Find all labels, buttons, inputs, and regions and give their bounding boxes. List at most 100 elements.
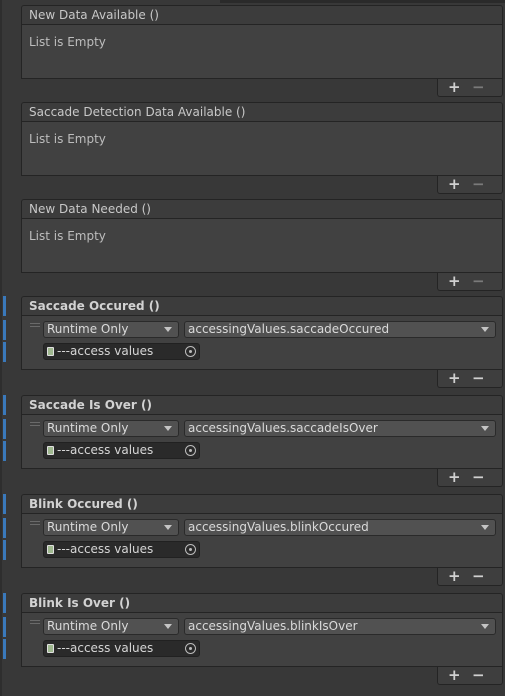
event-title: New Data Needed (): [21, 199, 503, 219]
function-value: accessingValues.saccadeOccured: [188, 322, 390, 336]
event-saccade-occured: Saccade Occured () Runtime Only accessin…: [21, 296, 503, 388]
gameobject-icon: [47, 446, 54, 455]
event-blink-is-over: Blink Is Over () Runtime Only accessingV…: [21, 593, 503, 685]
selection-indicator: [3, 342, 6, 362]
function-value: accessingValues.saccadeIsOver: [188, 421, 378, 435]
selection-indicator: [3, 395, 6, 415]
remove-button[interactable]: −: [472, 176, 485, 192]
remove-button[interactable]: −: [472, 79, 485, 95]
event-title: Saccade Is Over (): [21, 395, 503, 415]
left-edge: [0, 0, 2, 696]
remove-button[interactable]: −: [472, 370, 485, 386]
selection-indicator: [3, 441, 6, 461]
event-new-data-needed: New Data Needed () List is Empty + −: [21, 199, 503, 291]
runtime-value: Runtime Only: [47, 520, 129, 534]
object-picker-icon[interactable]: [185, 544, 196, 555]
dropdown-arrow-icon: [481, 624, 489, 629]
event-saccade-is-over: Saccade Is Over () Runtime Only accessin…: [21, 395, 503, 487]
event-new-data-available: New Data Available () List is Empty + −: [21, 5, 503, 97]
event-title: New Data Available (): [21, 5, 503, 25]
object-value: ---access values: [57, 641, 154, 655]
object-picker-icon[interactable]: [185, 643, 196, 654]
selection-indicator: [3, 320, 6, 340]
function-dropdown[interactable]: accessingValues.blinkIsOver: [184, 618, 496, 635]
dropdown-arrow-icon: [164, 624, 172, 629]
function-dropdown[interactable]: accessingValues.saccadeOccured: [184, 321, 496, 338]
empty-list-text: List is Empty: [29, 35, 106, 49]
object-value: ---access values: [57, 542, 154, 556]
runtime-dropdown[interactable]: Runtime Only: [43, 618, 179, 635]
runtime-dropdown[interactable]: Runtime Only: [43, 420, 179, 437]
event-list: List is Empty: [21, 122, 503, 176]
event-listener-entry: Runtime Only accessingValues.saccadeIsOv…: [21, 415, 503, 469]
selection-indicator: [3, 540, 6, 560]
add-button[interactable]: +: [448, 568, 461, 584]
dropdown-arrow-icon: [164, 327, 172, 332]
event-title: Saccade Occured (): [21, 296, 503, 316]
dropdown-arrow-icon: [481, 525, 489, 530]
runtime-value: Runtime Only: [47, 619, 129, 633]
function-value: accessingValues.blinkOccured: [188, 520, 369, 534]
empty-list-text: List is Empty: [29, 132, 106, 146]
event-blink-occured: Blink Occured () Runtime Only accessingV…: [21, 494, 503, 586]
list-footer: + −: [437, 273, 503, 291]
drag-handle[interactable]: [30, 422, 40, 428]
event-listener-entry: Runtime Only accessingValues.saccadeOccu…: [21, 316, 503, 370]
runtime-value: Runtime Only: [47, 322, 129, 336]
function-dropdown[interactable]: accessingValues.blinkOccured: [184, 519, 496, 536]
remove-button[interactable]: −: [472, 469, 485, 485]
list-footer: + −: [437, 176, 503, 194]
event-list: List is Empty: [21, 219, 503, 273]
event-title: Blink Occured (): [21, 494, 503, 514]
list-footer: + −: [437, 568, 503, 586]
add-button[interactable]: +: [448, 469, 461, 485]
drag-handle[interactable]: [30, 521, 40, 527]
list-footer: + −: [437, 370, 503, 388]
gameobject-icon: [47, 545, 54, 554]
event-listener-entry: Runtime Only accessingValues.blinkIsOver…: [21, 613, 503, 667]
dropdown-arrow-icon: [164, 426, 172, 431]
object-picker-icon[interactable]: [185, 346, 196, 357]
list-footer: + −: [437, 469, 503, 487]
runtime-dropdown[interactable]: Runtime Only: [43, 519, 179, 536]
event-title: Blink Is Over (): [21, 593, 503, 613]
add-button[interactable]: +: [448, 370, 461, 386]
add-button[interactable]: +: [448, 79, 461, 95]
add-button[interactable]: +: [448, 273, 461, 289]
selection-indicator: [3, 419, 6, 439]
selection-indicator: [3, 518, 6, 538]
runtime-dropdown[interactable]: Runtime Only: [43, 321, 179, 338]
top-divider: [220, 0, 505, 3]
selection-indicator: [3, 296, 6, 316]
selection-indicator: [3, 639, 6, 659]
runtime-value: Runtime Only: [47, 421, 129, 435]
gameobject-icon: [47, 347, 54, 356]
object-field[interactable]: ---access values: [43, 442, 200, 459]
event-list: List is Empty: [21, 25, 503, 79]
object-field[interactable]: ---access values: [43, 640, 200, 657]
add-button[interactable]: +: [448, 176, 461, 192]
object-picker-icon[interactable]: [185, 445, 196, 456]
event-saccade-detection-data-available: Saccade Detection Data Available () List…: [21, 102, 503, 194]
dropdown-arrow-icon: [481, 327, 489, 332]
function-dropdown[interactable]: accessingValues.saccadeIsOver: [184, 420, 496, 437]
list-footer: + −: [437, 667, 503, 685]
dropdown-arrow-icon: [481, 426, 489, 431]
add-button[interactable]: +: [448, 667, 461, 683]
remove-button[interactable]: −: [472, 273, 485, 289]
function-value: accessingValues.blinkIsOver: [188, 619, 358, 633]
remove-button[interactable]: −: [472, 568, 485, 584]
object-value: ---access values: [57, 344, 154, 358]
object-field[interactable]: ---access values: [43, 541, 200, 558]
list-footer: + −: [437, 79, 503, 97]
event-title: Saccade Detection Data Available (): [21, 102, 503, 122]
remove-button[interactable]: −: [472, 667, 485, 683]
gameobject-icon: [47, 644, 54, 653]
dropdown-arrow-icon: [164, 525, 172, 530]
selection-indicator: [3, 593, 6, 613]
selection-indicator: [3, 617, 6, 637]
object-field[interactable]: ---access values: [43, 343, 200, 360]
selection-indicator: [3, 494, 6, 514]
drag-handle[interactable]: [30, 323, 40, 329]
drag-handle[interactable]: [30, 620, 40, 626]
